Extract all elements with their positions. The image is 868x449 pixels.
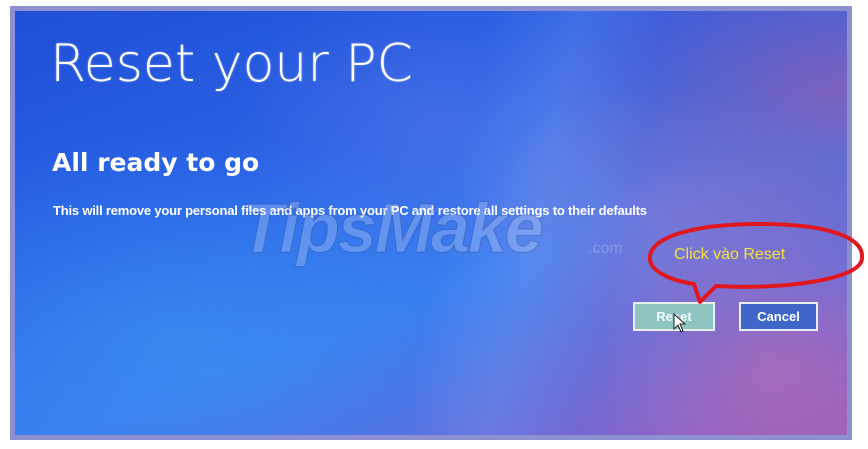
section-heading: All ready to go (52, 148, 260, 177)
callout-text: Click vào Reset (674, 246, 786, 263)
watermark-suffix: .com (588, 240, 623, 257)
page-title: Reset your PC (50, 34, 413, 94)
watermark-logo: TipsMake (240, 189, 545, 268)
mouse-pointer-icon (673, 313, 687, 333)
cancel-button[interactable]: Cancel (739, 302, 818, 331)
image-frame: Reset your PC All ready to go This will … (0, 0, 868, 449)
